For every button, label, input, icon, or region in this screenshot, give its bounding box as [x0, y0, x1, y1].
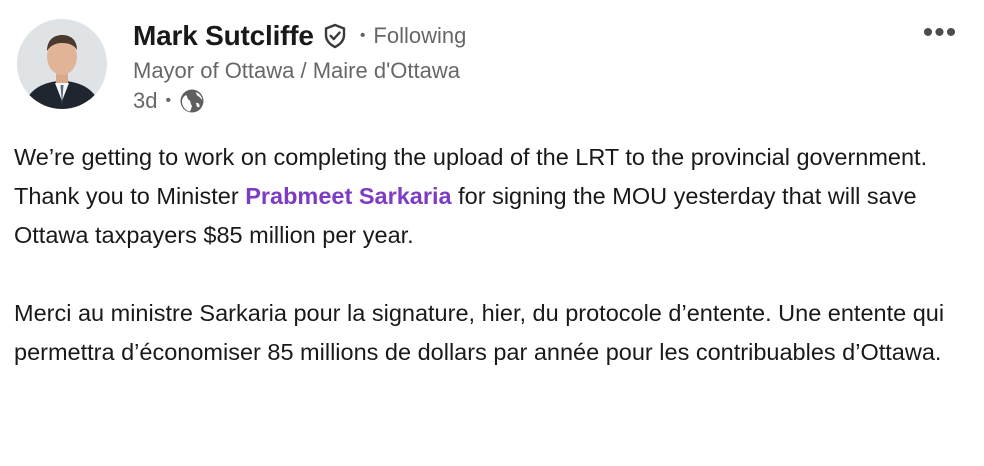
separator-dot: •: [359, 27, 366, 44]
author-name[interactable]: Mark Sutcliffe: [133, 20, 314, 52]
globe-icon: [179, 88, 205, 114]
author-avatar[interactable]: [17, 19, 107, 109]
post-paragraph-french: Merci au ministre Sarkaria pour la signa…: [14, 300, 945, 365]
post-meta: 3d •: [133, 88, 205, 114]
following-status[interactable]: Following: [373, 23, 466, 49]
ellipsis-icon: •••: [922, 16, 958, 49]
author-headline: Mayor of Ottawa / Maire d'Ottawa: [133, 58, 460, 83]
verified-icon: [322, 23, 348, 49]
feed-post: Mark Sutcliffe • Following Mayor of Otta…: [0, 0, 984, 466]
post-timestamp[interactable]: 3d: [133, 88, 157, 114]
post-text: We’re getting to work on completing the …: [14, 138, 974, 372]
avatar-photo: [17, 19, 107, 109]
more-options-button[interactable]: •••: [918, 18, 962, 48]
author-name-row: Mark Sutcliffe • Following: [133, 20, 466, 52]
separator-dot: •: [165, 92, 172, 109]
post-paragraph-english: We’re getting to work on completing the …: [14, 138, 974, 255]
mention-link[interactable]: Prabmeet Sarkaria: [245, 183, 451, 209]
